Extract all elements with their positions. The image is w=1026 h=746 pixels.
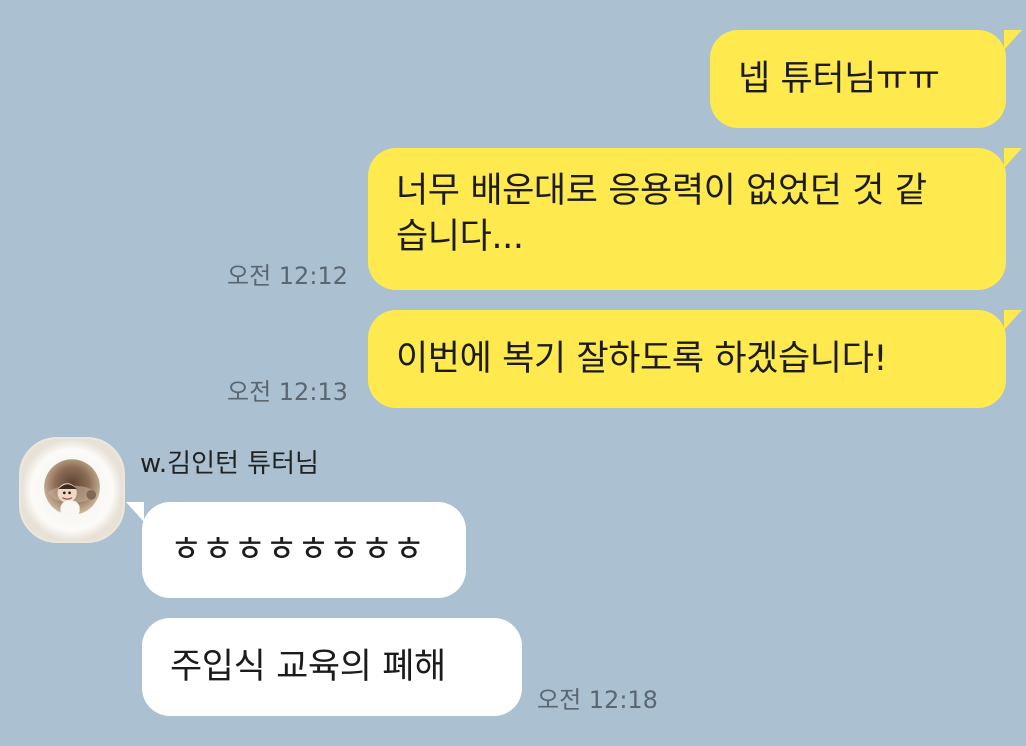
bubble-tail-icon	[1004, 310, 1022, 330]
message-timestamp: 오전 12:13	[227, 378, 348, 406]
outgoing-message-bubble[interactable]: 이번에 복기 잘하도록 하겠습니다!	[368, 310, 1022, 408]
message-text: 넵 튜터님ㅠㅠ	[738, 59, 940, 99]
incoming-message-bubble[interactable]: ㅎㅎㅎㅎㅎㅎㅎㅎ	[126, 502, 466, 598]
message-timestamp: 오전 12:12	[227, 262, 348, 290]
bubble-tail-icon	[126, 502, 144, 522]
profile-photo-icon	[21, 439, 123, 541]
outgoing-message-bubble[interactable]: 너무 배운대로 응용력이 없었던 것 같습니다...	[368, 148, 1022, 290]
message-text: 이번에 복기 잘하도록 하겠습니다!	[396, 339, 888, 379]
sender-name[interactable]: w.김인턴 튜터님	[140, 448, 319, 480]
bubble-tail-icon	[1004, 148, 1022, 168]
message-text: 너무 배운대로 응용력이 없었던 것 같습니다...	[396, 171, 927, 257]
message-text: ㅎㅎㅎㅎㅎㅎㅎㅎ	[170, 530, 425, 570]
bubble-tail-icon	[1004, 30, 1022, 50]
incoming-message-bubble[interactable]: 주입식 교육의 폐해	[142, 618, 522, 716]
profile-photo-icon[interactable]	[19, 437, 125, 543]
message-timestamp: 오전 12:18	[537, 686, 658, 714]
chat-room: 넵 튜터님ㅠㅠ 너무 배운대로 응용력이 없었던 것 같습니다... 오전 12…	[0, 0, 1026, 746]
outgoing-message-bubble[interactable]: 넵 튜터님ㅠㅠ	[710, 30, 1022, 128]
message-text: 주입식 교육의 폐해	[170, 647, 446, 687]
